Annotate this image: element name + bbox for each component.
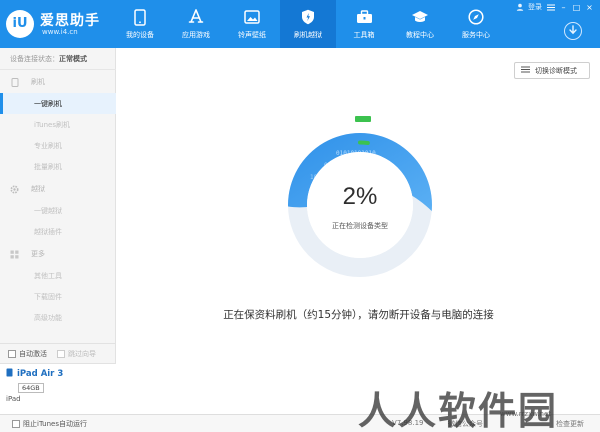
flash-warning-message: 正在保资料刷机（约15分钟），请勿断开设备与电脑的连接: [223, 309, 494, 321]
nav-item-toolbox[interactable]: 工具箱: [336, 0, 392, 48]
close-button[interactable]: ×: [585, 3, 594, 12]
maximize-button[interactable]: □: [572, 3, 581, 12]
sidebar-item-label: 其他工具: [34, 271, 62, 280]
toolbox-icon: [354, 7, 374, 27]
connection-status-label: 设备连接状态：: [10, 55, 59, 63]
nav-label: 教程中心: [406, 31, 434, 39]
gear-icon: [10, 184, 19, 194]
nav-label: 应用游戏: [182, 31, 210, 39]
connection-status-value: 正常模式: [59, 55, 87, 63]
nav-item-my-device[interactable]: 我的设备: [112, 0, 168, 48]
device-card[interactable]: iPad Air 3 64GB iPad: [0, 363, 116, 414]
checkbox-box[interactable]: [57, 349, 65, 358]
sidebar-item-advanced[interactable]: 高级功能: [0, 307, 116, 328]
checkbox-box[interactable]: [8, 349, 16, 358]
device-capacity-badge: 64GB: [18, 383, 44, 393]
sidebar-item-label: 下载固件: [34, 292, 62, 301]
sidebar-item-label: iTunes刷机: [34, 120, 70, 129]
window-controls: 登录 – □ ×: [515, 2, 594, 12]
progress-status: 正在检测设备类型: [332, 222, 388, 230]
device-type: iPad: [6, 395, 21, 403]
app-logo: iU: [6, 10, 34, 38]
watermark-url: www.rrzxw.net: [500, 410, 552, 418]
login-link[interactable]: 登录: [528, 2, 542, 12]
sidebar-section-flash[interactable]: 刷机: [0, 72, 116, 92]
sidebar-section-more[interactable]: 更多: [0, 244, 116, 264]
sidebar-item-label: 越狱插件: [34, 227, 62, 236]
sidebar-item-batch-flash[interactable]: 批量刷机: [0, 156, 116, 177]
phone-outline-icon: [10, 77, 19, 87]
download-icon: [568, 25, 578, 37]
tablet-icon: [6, 368, 13, 380]
graduation-cap-icon: [410, 7, 430, 27]
sidebar: 设备连接状态：正常模式 刷机 一键刷机 iTunes刷机 专业刷机 批量刷机 越…: [0, 48, 116, 414]
checkbox-label: 阻止iTunes自动运行: [23, 420, 87, 428]
block-itunes-autorun-checkbox[interactable]: 阻止iTunes自动运行: [12, 419, 87, 429]
nav-label: 服务中心: [462, 31, 490, 39]
sidebar-item-one-click-flash[interactable]: 一键刷机: [0, 93, 116, 114]
brand-url: www.i4.cn: [42, 28, 78, 36]
sidebar-section-jailbreak[interactable]: 越狱: [0, 179, 116, 199]
sidebar-item-label: 专业刷机: [34, 141, 62, 150]
check-update-link[interactable]: 检查更新: [556, 419, 584, 429]
menu-icon[interactable]: [546, 3, 555, 12]
sidebar-item-one-click-jailbreak[interactable]: 一键越狱: [0, 200, 116, 221]
switch-diagnostic-mode-label: 切换诊断模式: [535, 66, 577, 75]
progress-percentage: 2%: [342, 183, 378, 210]
shield-icon: [298, 7, 318, 27]
nav-item-tutorials[interactable]: 教程中心: [392, 0, 448, 48]
checkbox-label: 自动激活: [19, 349, 47, 358]
top-bar: iU 爱思助手 www.i4.cn 我的设备 应用游戏 铃声壁纸 刷机越狱 工具…: [0, 0, 600, 48]
device-name: iPad Air 3: [17, 369, 64, 379]
nav-label: 我的设备: [126, 31, 154, 39]
sidebar-item-label: 高级功能: [34, 313, 62, 322]
checkbox-box[interactable]: [12, 420, 20, 428]
connection-status: 设备连接状态：正常模式: [0, 48, 116, 70]
sidebar-item-jailbreak-plugins[interactable]: 越狱插件: [0, 221, 116, 242]
sidebar-options: 自动激活 跳过向导: [0, 343, 116, 363]
brand-name: 爱思助手: [40, 13, 100, 29]
phone-icon: [130, 7, 150, 27]
nav-label: 工具箱: [353, 31, 375, 39]
nav-item-ringtones-wallpapers[interactable]: 铃声壁纸: [224, 0, 280, 48]
switch-diagnostic-mode-button[interactable]: 切换诊断模式: [514, 62, 590, 79]
brand: iU 爱思助手 www.i4.cn: [6, 8, 116, 40]
image-icon: [242, 7, 262, 27]
download-button[interactable]: [564, 22, 582, 40]
auto-activate-checkbox[interactable]: 自动激活: [8, 349, 47, 359]
nav-label: 刷机越狱: [294, 31, 322, 39]
sidebar-item-label: 一键刷机: [34, 99, 62, 108]
nav-item-flash-jailbreak[interactable]: 刷机越狱: [280, 0, 336, 48]
sidebar-item-label: 一键越狱: [34, 206, 62, 215]
sidebar-item-itunes-flash[interactable]: iTunes刷机: [0, 114, 116, 135]
minimize-button[interactable]: –: [559, 3, 568, 12]
sidebar-item-pro-flash[interactable]: 专业刷机: [0, 135, 116, 156]
compass-icon: [466, 7, 486, 27]
sidebar-section-label: 越狱: [31, 185, 45, 193]
progress-ring: 01010101010 0101001010101 101010101 0101…: [280, 125, 440, 285]
device-name-row: iPad Air 3: [6, 368, 110, 380]
progress-start-marker: [355, 116, 371, 122]
sidebar-item-label: 批量刷机: [34, 162, 62, 171]
user-icon: [515, 3, 524, 12]
main-nav: 我的设备 应用游戏 铃声壁纸 刷机越狱 工具箱 教程中心 服务中心: [112, 0, 504, 48]
checkbox-label: 跳过向导: [68, 349, 96, 358]
list-icon: [521, 66, 530, 75]
sidebar-section-label: 刷机: [31, 78, 45, 86]
nav-item-apps-games[interactable]: 应用游戏: [168, 0, 224, 48]
nav-label: 铃声壁纸: [238, 31, 266, 39]
app-store-icon: [186, 7, 206, 27]
skip-guide-checkbox[interactable]: 跳过向导: [57, 349, 96, 359]
watermark: 人人软件园: [358, 389, 559, 432]
main-panel: 切换诊断模式 01010101010 0101001010101: [117, 48, 600, 414]
nav-item-service-center[interactable]: 服务中心: [448, 0, 504, 48]
grid-icon: [10, 250, 19, 259]
sidebar-section-label: 更多: [31, 250, 45, 258]
sidebar-item-other-tools[interactable]: 其他工具: [0, 265, 116, 286]
sidebar-item-download-firmware[interactable]: 下载固件: [0, 286, 116, 307]
